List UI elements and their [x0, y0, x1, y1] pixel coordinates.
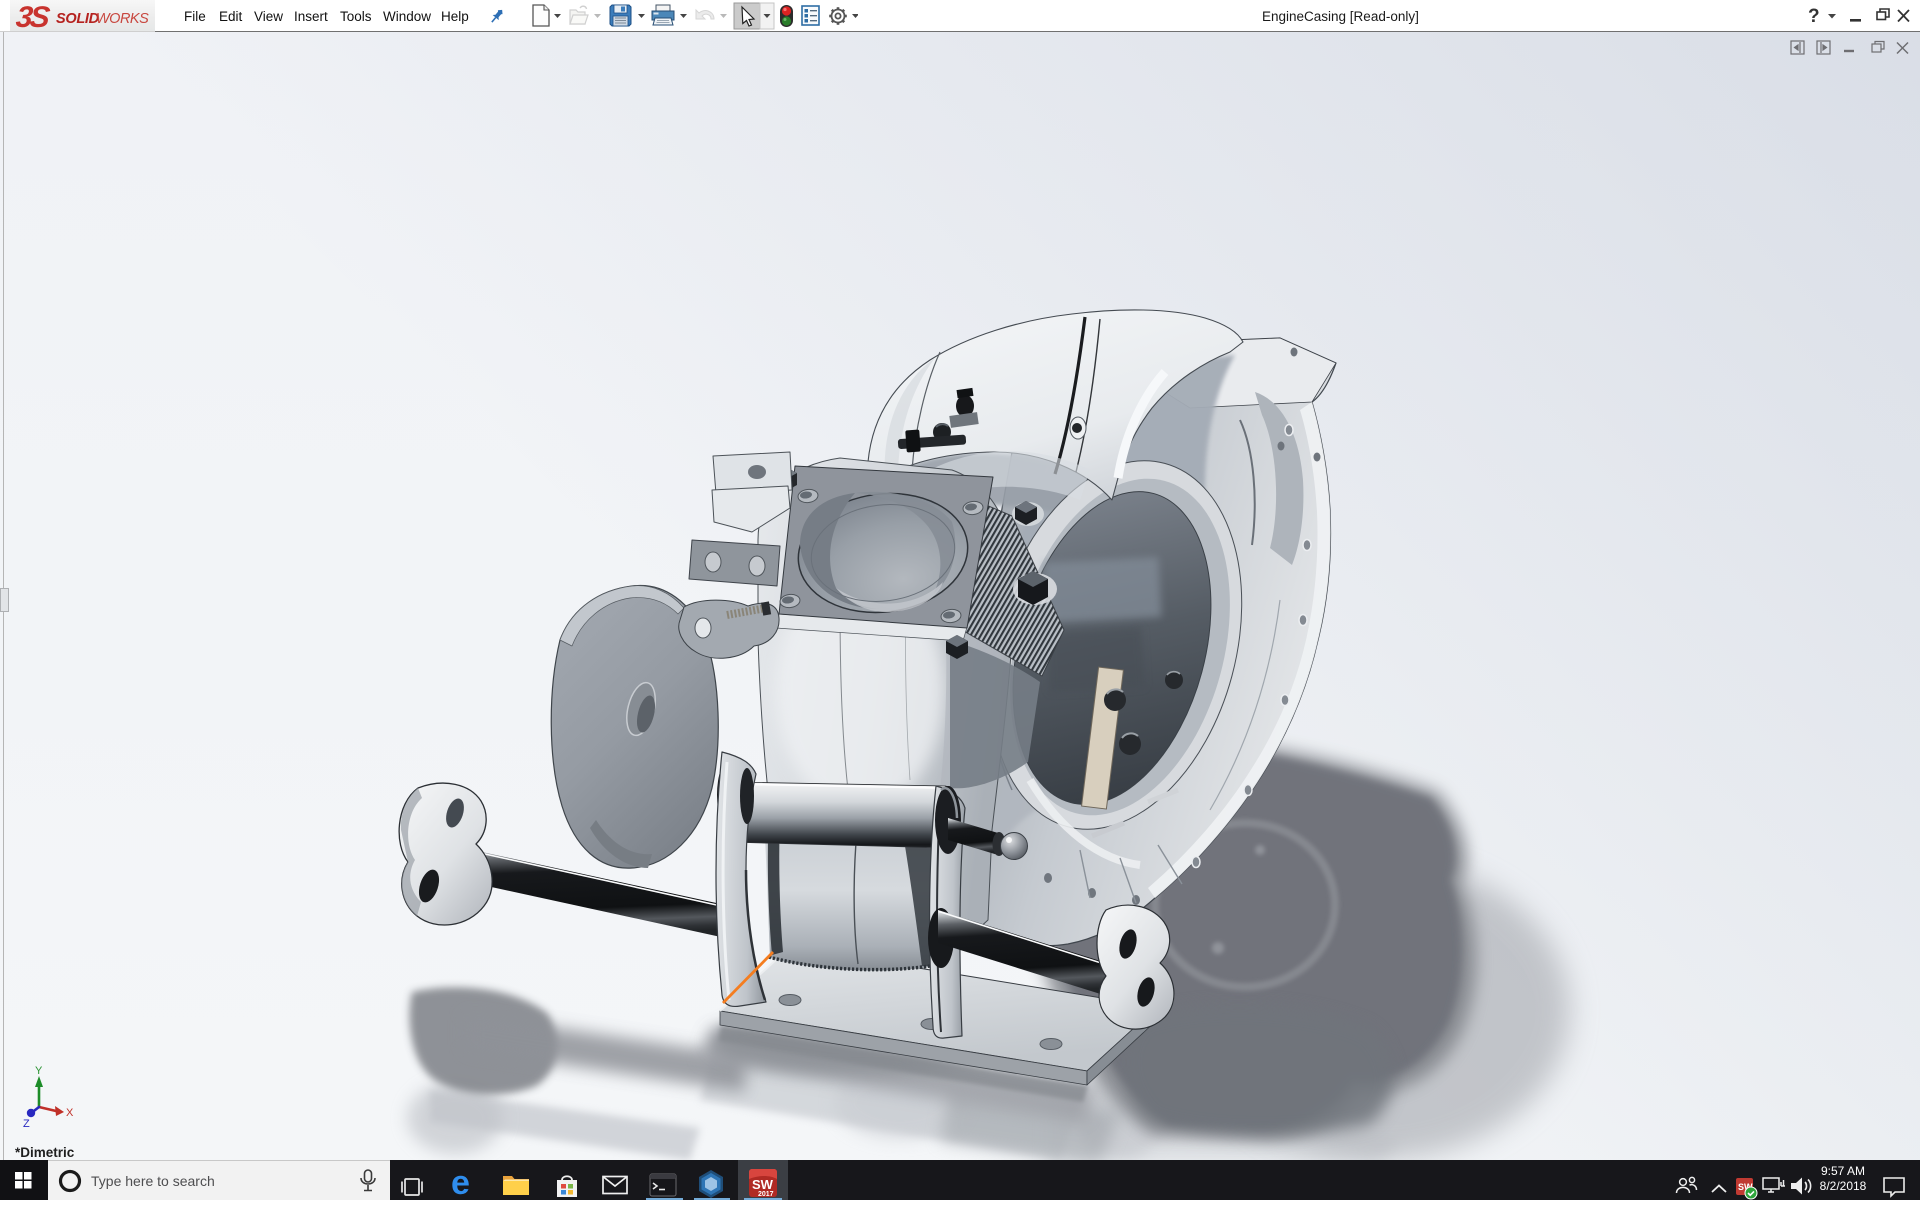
svg-text:SW: SW: [752, 1177, 774, 1192]
svg-text:Z: Z: [23, 1118, 30, 1130]
svg-text:3S: 3S: [14, 1, 51, 31]
svg-text:WORKS: WORKS: [96, 11, 149, 27]
svg-text:Y: Y: [35, 1065, 43, 1077]
svg-text:*Dimetric: *Dimetric: [15, 1145, 75, 1160]
svg-text:?: ?: [1808, 6, 1820, 27]
svg-text:2017: 2017: [758, 1191, 774, 1198]
svg-text:e: e: [451, 1164, 470, 1202]
svg-text:X: X: [66, 1107, 74, 1119]
svg-text:SOLID: SOLID: [56, 11, 100, 27]
